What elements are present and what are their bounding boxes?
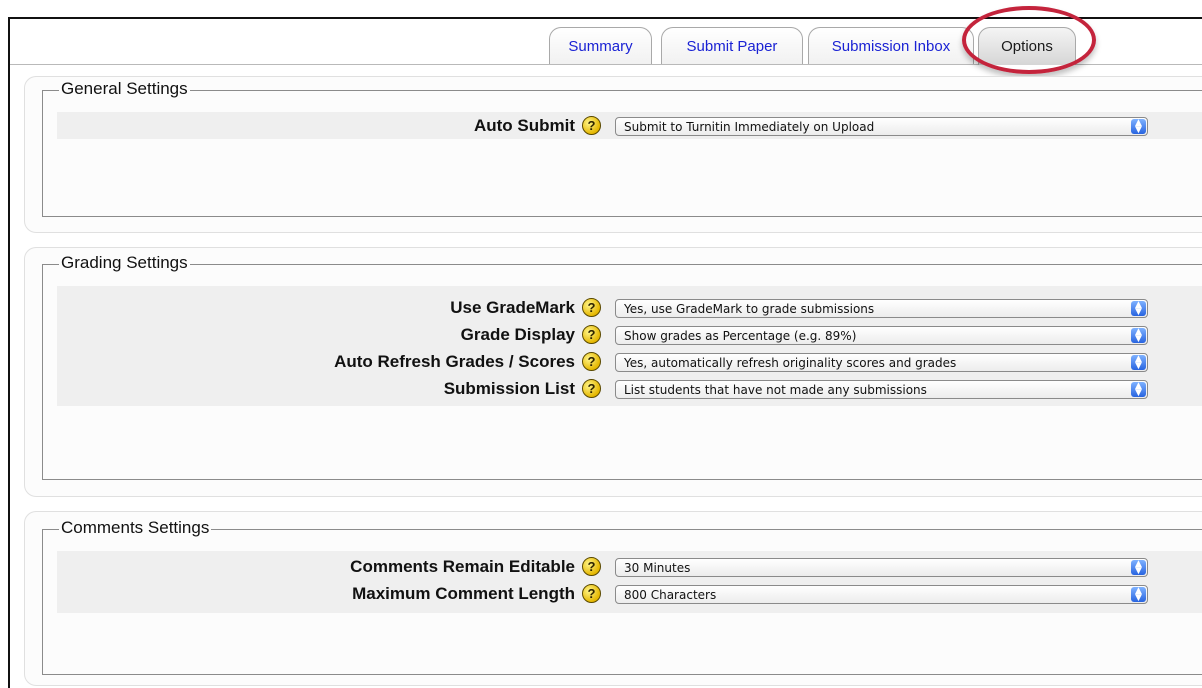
setting-row-auto-submit: Auto Submit ? Submit to Turnitin Immedia… — [57, 112, 1202, 139]
comments-settings-fieldset: Comments Settings Comments Remain Editab… — [42, 518, 1202, 675]
comments-editable-label: Comments Remain Editable — [350, 556, 575, 576]
comments-settings-section: Comments Settings Comments Remain Editab… — [24, 511, 1202, 686]
setting-row-comments-editable: Comments Remain Editable ? 30 Minutes ▲ ▼ — [57, 553, 1202, 580]
comments-editable-select[interactable]: 30 Minutes ▲ ▼ — [615, 558, 1148, 577]
setting-row-use-grademark: Use GradeMark ? Yes, use GradeMark to gr… — [57, 294, 1202, 321]
submission-list-select[interactable]: List students that have not made any sub… — [615, 380, 1148, 399]
setting-row-max-comment-length: Maximum Comment Length ? 800 Characters … — [57, 580, 1202, 607]
help-question-icon[interactable]: ? — [582, 379, 601, 398]
grade-display-select[interactable]: Show grades as Percentage (e.g. 89%) ▲ ▼ — [615, 326, 1148, 345]
tab-bar: Summary Submit Paper Submission Inbox Op… — [10, 6, 1202, 74]
comments-settings-rows: Comments Remain Editable ? 30 Minutes ▲ ▼… — [57, 551, 1202, 613]
select-arrows-icon: ▲ ▼ — [1131, 354, 1146, 370]
tab-submit-paper[interactable]: Submit Paper — [661, 27, 803, 64]
comments-editable-value: 30 Minutes — [624, 560, 691, 575]
help-question-icon[interactable]: ? — [582, 298, 601, 317]
general-settings-rows: Auto Submit ? Submit to Turnitin Immedia… — [57, 112, 1202, 139]
submission-list-value: List students that have not made any sub… — [624, 382, 927, 397]
auto-refresh-label: Auto Refresh Grades / Scores — [334, 351, 575, 371]
select-arrows-icon: ▲ ▼ — [1131, 118, 1146, 134]
tab-options[interactable]: Options — [978, 27, 1076, 65]
comments-settings-legend: Comments Settings — [59, 518, 212, 538]
auto-refresh-select[interactable]: Yes, automatically refresh originality s… — [615, 353, 1148, 372]
use-grademark-value: Yes, use GradeMark to grade submissions — [624, 301, 875, 316]
general-settings-fieldset: General Settings Auto Submit ? Submit to… — [42, 79, 1202, 217]
help-question-icon[interactable]: ? — [582, 557, 601, 576]
grading-settings-fieldset: Grading Settings Use GradeMark ? Yes, us… — [42, 253, 1202, 480]
use-grademark-select[interactable]: Yes, use GradeMark to grade submissions … — [615, 299, 1148, 318]
max-comment-length-label: Maximum Comment Length — [352, 583, 575, 603]
max-comment-length-select[interactable]: 800 Characters ▲ ▼ — [615, 585, 1148, 604]
grading-settings-legend: Grading Settings — [59, 253, 190, 273]
setting-row-submission-list: Submission List ? List students that hav… — [57, 375, 1202, 402]
grade-display-value: Show grades as Percentage (e.g. 89%) — [624, 328, 857, 343]
select-arrows-icon: ▲ ▼ — [1131, 381, 1146, 397]
setting-row-auto-refresh: Auto Refresh Grades / Scores ? Yes, auto… — [57, 348, 1202, 375]
tab-submission-inbox[interactable]: Submission Inbox — [808, 27, 974, 64]
help-question-icon[interactable]: ? — [582, 325, 601, 344]
content-frame: Summary Submit Paper Submission Inbox Op… — [8, 6, 1202, 688]
submission-list-label: Submission List — [443, 378, 575, 398]
max-comment-length-value: 800 Characters — [624, 587, 717, 602]
auto-submit-label: Auto Submit — [473, 115, 575, 135]
help-question-icon[interactable]: ? — [582, 352, 601, 371]
tab-summary[interactable]: Summary — [549, 27, 652, 64]
setting-row-grade-display: Grade Display ? Show grades as Percentag… — [57, 321, 1202, 348]
help-question-icon[interactable]: ? — [582, 116, 601, 135]
select-arrows-icon: ▲ ▼ — [1131, 327, 1146, 343]
auto-refresh-value: Yes, automatically refresh originality s… — [624, 355, 957, 370]
grade-display-label: Grade Display — [460, 324, 575, 344]
use-grademark-label: Use GradeMark — [450, 297, 575, 317]
general-settings-section: General Settings Auto Submit ? Submit to… — [24, 76, 1202, 233]
select-arrows-icon: ▲ ▼ — [1131, 559, 1146, 575]
auto-submit-value: Submit to Turnitin Immediately on Upload — [624, 119, 875, 134]
auto-submit-select[interactable]: Submit to Turnitin Immediately on Upload… — [615, 117, 1148, 136]
help-question-icon[interactable]: ? — [582, 584, 601, 603]
general-settings-legend: General Settings — [59, 79, 190, 99]
grading-settings-rows: Use GradeMark ? Yes, use GradeMark to gr… — [57, 286, 1202, 406]
grading-settings-section: Grading Settings Use GradeMark ? Yes, us… — [24, 247, 1202, 497]
select-arrows-icon: ▲ ▼ — [1131, 586, 1146, 602]
select-arrows-icon: ▲ ▼ — [1131, 300, 1146, 316]
